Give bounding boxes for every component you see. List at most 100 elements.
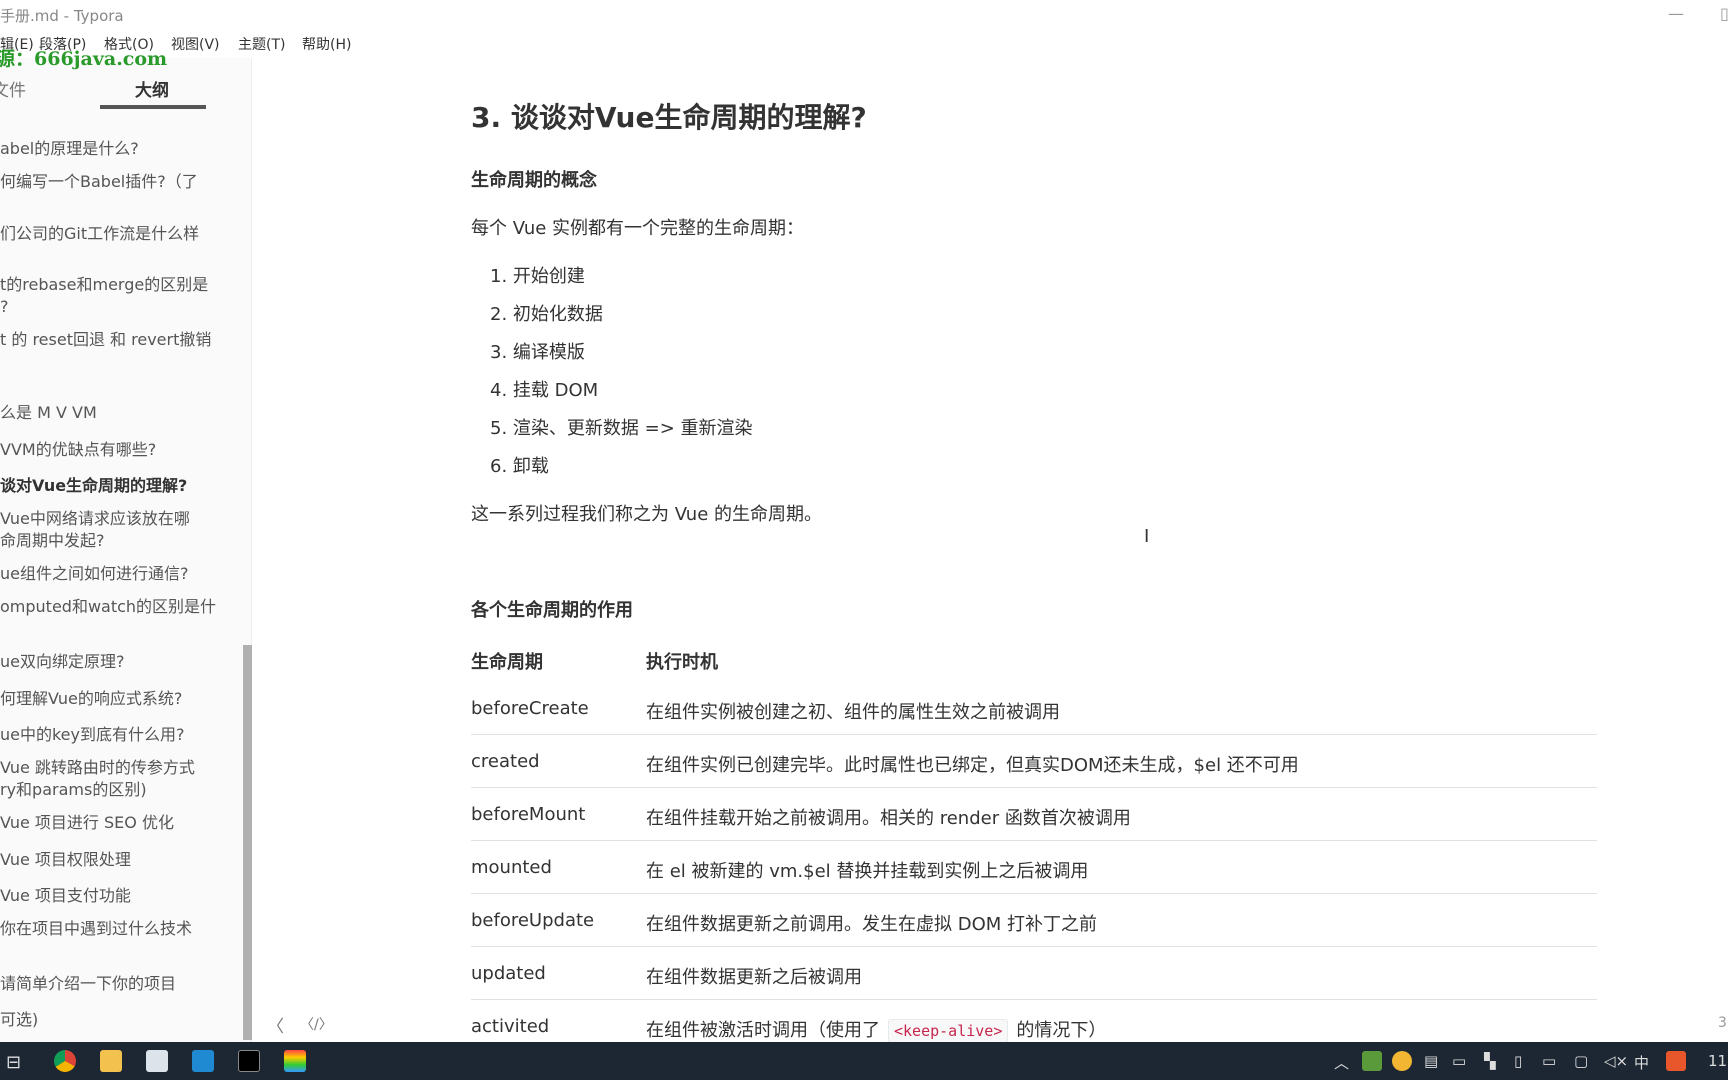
bookmark-icon[interactable]: ▚ (1484, 1052, 1496, 1070)
outline-item[interactable]: ue中的key到底有什么用? (0, 724, 185, 746)
list-item: 5. 渲染、更新数据 => 重新渲染 (490, 418, 753, 439)
task-view-icon[interactable]: ⊟ (6, 1052, 21, 1073)
outline-item[interactable]: 何编写一个Babel插件?（了 (0, 171, 198, 193)
outline-item-label: ue组件之间如何进行通信? (0, 564, 189, 583)
outline-item[interactable]: ue组件之间如何进行通信? (0, 563, 188, 585)
watermark: 源：666java.com (0, 48, 168, 70)
outline-item-label-cont: ry和params的区别) (0, 780, 147, 799)
table-header-timing: 执行时机 (646, 652, 718, 673)
outline-item-label: Vue中网络请求应该放在哪 (0, 509, 190, 528)
word-count[interactable]: 3 (1718, 1015, 1727, 1031)
battery-icon[interactable]: ▭ (1542, 1052, 1556, 1070)
table-row-divider (471, 999, 1597, 1000)
outline-item[interactable]: 们公司的Git工作流是什么样 (0, 223, 199, 245)
menu-view[interactable]: 视图(V) (171, 34, 220, 54)
active-tab-indicator (100, 105, 206, 109)
list-item: 1. 开始创建 (490, 266, 585, 287)
outline-item-label: 你在项目中遇到过什么技术 (0, 919, 193, 938)
table-cell-timing: 在组件数据更新之前调用。发生在虚拟 DOM 打补丁之前 (646, 914, 1097, 935)
outline-item[interactable]: t 的 reset回退 和 revert撤销 (0, 329, 211, 351)
outline-item-label: Vue 项目权限处理 (0, 850, 131, 869)
table-header-lifecycle: 生命周期 (471, 652, 543, 673)
outline-item[interactable]: 请简单介绍一下你的项目 (0, 973, 176, 995)
terminal-icon[interactable] (238, 1050, 260, 1072)
table-row-divider (471, 787, 1597, 788)
outline-item[interactable]: Vue 跳转路由时的传参方式 ry和params的区别) (0, 757, 195, 801)
summary-paragraph: 这一系列过程我们称之为 Vue 的生命周期。 (471, 504, 823, 525)
outline-item-label: Vue 跳转路由时的传参方式 (0, 758, 195, 777)
typora-icon[interactable] (146, 1050, 168, 1072)
table-cell-timing: 在组件数据更新之后被调用 (646, 967, 862, 988)
menu-help[interactable]: 帮助(H) (302, 34, 351, 54)
app-tray-icon[interactable] (1392, 1051, 1412, 1071)
outline-item[interactable]: t的rebase和merge的区别是? (0, 274, 208, 318)
outline-item[interactable]: Vue 项目进行 SEO 优化 (0, 812, 174, 834)
list-item: 4. 挂载 DOM (490, 380, 599, 401)
taskbar: ⊟ ︿ ▤ ▭ ▚ ▯ ▭ ▢ ◁× 中 11 (0, 1042, 1728, 1080)
table-row-divider (471, 946, 1597, 947)
tab-outline[interactable]: 大纲 (135, 76, 169, 101)
text-cursor-icon: I (1144, 526, 1150, 547)
outline-item[interactable]: ue双向绑定原理? (0, 651, 124, 673)
list-item: 2. 初始化数据 (490, 304, 603, 325)
outline-item[interactable]: 何理解Vue的响应式系统? (0, 688, 182, 710)
heading: 3. 谈谈对Vue生命周期的理解? (471, 101, 867, 134)
tray-expand-icon[interactable]: ︿ (1334, 1052, 1349, 1073)
menu-theme[interactable]: 主题(T) (238, 34, 285, 54)
table-cell-hook: beforeMount (471, 804, 586, 825)
file-explorer-icon[interactable] (100, 1050, 122, 1072)
tab-files[interactable]: 文件 (0, 76, 26, 101)
table-cell-timing: 在组件实例被创建之初、组件的属性生效之前被调用 (646, 702, 1060, 723)
outline-item-label: ue中的key到底有什么用? (0, 725, 185, 744)
table-cell-hook: updated (471, 963, 546, 984)
list-item: 6. 卸载 (490, 456, 549, 477)
window-title: 手册.md - Typora (0, 7, 124, 25)
outline-item-label: Vue 项目进行 SEO 优化 (0, 813, 174, 832)
sogou-icon[interactable] (1666, 1051, 1686, 1071)
outline-item[interactable]: 你在项目中遇到过什么技术 (0, 918, 192, 940)
subheading-roles: 各个生命周期的作用 (471, 600, 633, 621)
table-cell-timing: 在组件挂载开始之前被调用。相关的 render 函数首次被调用 (646, 808, 1131, 829)
inline-code: <keep-alive> (888, 1019, 1009, 1043)
outline-item-label: abel的原理是什么? (0, 139, 139, 158)
outline-item[interactable]: VVM的优缺点有哪些? (0, 439, 156, 461)
outline-item[interactable]: 谈对Vue生命周期的理解? (0, 475, 187, 497)
outline-item-label: 么是 M V VM (0, 403, 97, 422)
screen-share-icon[interactable]: ▭ (1452, 1052, 1466, 1070)
table-row-divider (471, 893, 1597, 894)
vscode-icon[interactable] (192, 1050, 214, 1072)
film-icon[interactable]: ▤ (1424, 1052, 1438, 1070)
outline-item-label: omputed和watch的区别是什 (0, 597, 217, 616)
outline-item-label: t 的 reset回退 和 revert撤销 (0, 330, 212, 349)
outline-item[interactable]: 可选) (0, 1009, 38, 1031)
outline-item-label: t的rebase和merge的区别是 (0, 275, 209, 294)
table-cell-hook: beforeCreate (471, 698, 589, 719)
image-app-icon[interactable] (284, 1050, 306, 1072)
outline-item-label-cont: ? (0, 297, 9, 316)
table-cell-hook: mounted (471, 857, 552, 878)
table-cell-hook: beforeUpdate (471, 910, 595, 931)
minimize-button[interactable]: — (1668, 4, 1684, 23)
maximize-button[interactable]: ▯ (1720, 4, 1728, 23)
network-icon[interactable]: ▢ (1574, 1052, 1588, 1070)
outline-item-label: VVM的优缺点有哪些? (0, 440, 157, 459)
outline-item[interactable]: Vue中网络请求应该放在哪 命周期中发起? (0, 508, 190, 552)
microphone-icon[interactable]: ▯ (1514, 1052, 1522, 1070)
outline-item[interactable]: Vue 项目支付功能 (0, 885, 131, 907)
outline-item[interactable]: omputed和watch的区别是什 (0, 596, 216, 618)
timing-text: 在组件被激活时调用（使用了 (646, 1020, 880, 1041)
sidebar-scrollbar[interactable] (243, 645, 252, 1040)
outline-item[interactable]: Vue 项目权限处理 (0, 849, 131, 871)
ime-indicator[interactable]: 中 (1634, 1052, 1649, 1073)
outline-item-label: ue双向绑定原理? (0, 652, 125, 671)
outline-item[interactable]: 么是 M V VM (0, 402, 97, 424)
update-icon[interactable] (1362, 1051, 1382, 1071)
clock[interactable]: 11 (1708, 1052, 1727, 1070)
table-cell-timing: 在组件实例已创建完毕。此时属性也已绑定，但真实DOM还未生成，$el 还不可用 (646, 755, 1299, 776)
table-row-divider (471, 734, 1597, 735)
volume-muted-icon[interactable]: ◁× (1604, 1052, 1628, 1070)
outline-item[interactable]: abel的原理是什么? (0, 138, 139, 160)
chrome-icon[interactable] (54, 1050, 76, 1072)
editor[interactable] (253, 58, 1728, 1042)
outline-item-label: 何编写一个Babel插件?（了 (0, 172, 198, 191)
